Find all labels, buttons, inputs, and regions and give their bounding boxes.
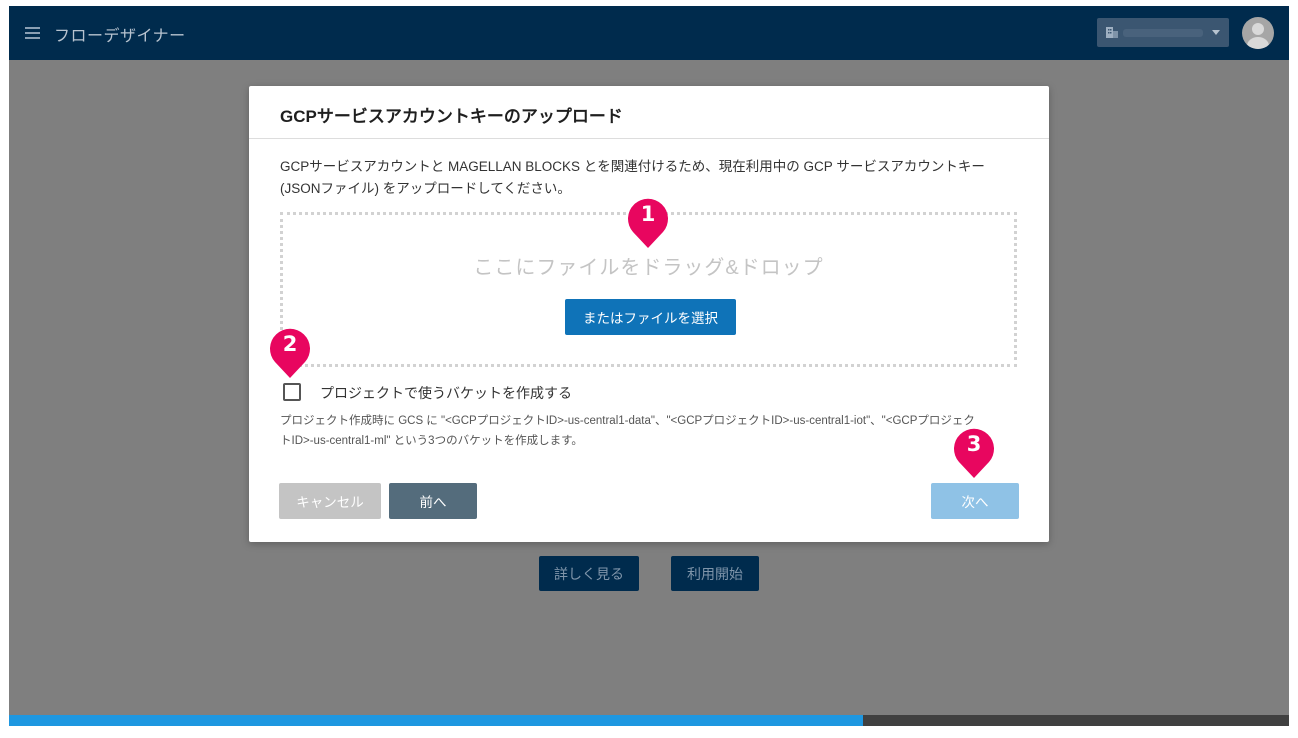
callout-number: 3 [966,432,982,456]
app-title: フローデザイナー [54,28,186,45]
learn-more-button: 詳しく見る [539,556,639,591]
bucket-note: プロジェクト作成時に GCS に "<GCPプロジェクトID>-us-centr… [280,411,1020,451]
organization-name-redacted [1123,29,1203,37]
callout-number: 1 [640,202,656,226]
next-button[interactable]: 次へ [931,483,1019,519]
choose-file-button[interactable]: またはファイルを選択 [565,299,736,335]
callout-marker-1: 1 [623,196,673,250]
dialog-title: GCPサービスアカウントキーのアップロード [280,107,623,126]
callout-marker-3: 3 [949,426,999,480]
dialog-divider [249,138,1049,139]
dropzone-text: ここにファイルをドラッグ&ドロップ [473,257,824,279]
upload-key-dialog: GCPサービスアカウントキーのアップロード GCPサービスアカウントと MAGE… [249,86,1049,542]
organization-select[interactable] [1097,18,1229,47]
progress-bar-fill [9,715,863,726]
app-bar: フローデザイナー [9,6,1289,60]
building-icon [1106,27,1118,38]
description-line-1: GCPサービスアカウントと MAGELLAN BLOCKS とを関連付けるため、… [280,159,985,174]
cancel-button[interactable]: キャンセル [279,483,381,519]
app-window: フローデザイナー 詳しく見る 利用開始 GCPサービスアカウントキーのアップロー… [9,6,1289,726]
create-buckets-checkbox[interactable] [283,383,301,401]
create-buckets-label[interactable]: プロジェクトで使うバケットを作成する [320,383,572,403]
callout-number: 2 [282,332,298,356]
note-line-2: トID>-us-central1-ml" という3つのバケットを作成します。 [280,435,583,447]
callout-marker-2: 2 [265,326,315,380]
hamburger-menu-icon[interactable] [25,27,40,39]
user-avatar[interactable] [1242,17,1274,49]
previous-button[interactable]: 前へ [389,483,477,519]
note-line-1: プロジェクト作成時に GCS に "<GCPプロジェクトID>-us-centr… [280,415,975,427]
start-using-button: 利用開始 [671,556,759,591]
chevron-down-icon [1212,30,1220,35]
dialog-description: GCPサービスアカウントと MAGELLAN BLOCKS とを関連付けるため、… [280,156,1020,200]
